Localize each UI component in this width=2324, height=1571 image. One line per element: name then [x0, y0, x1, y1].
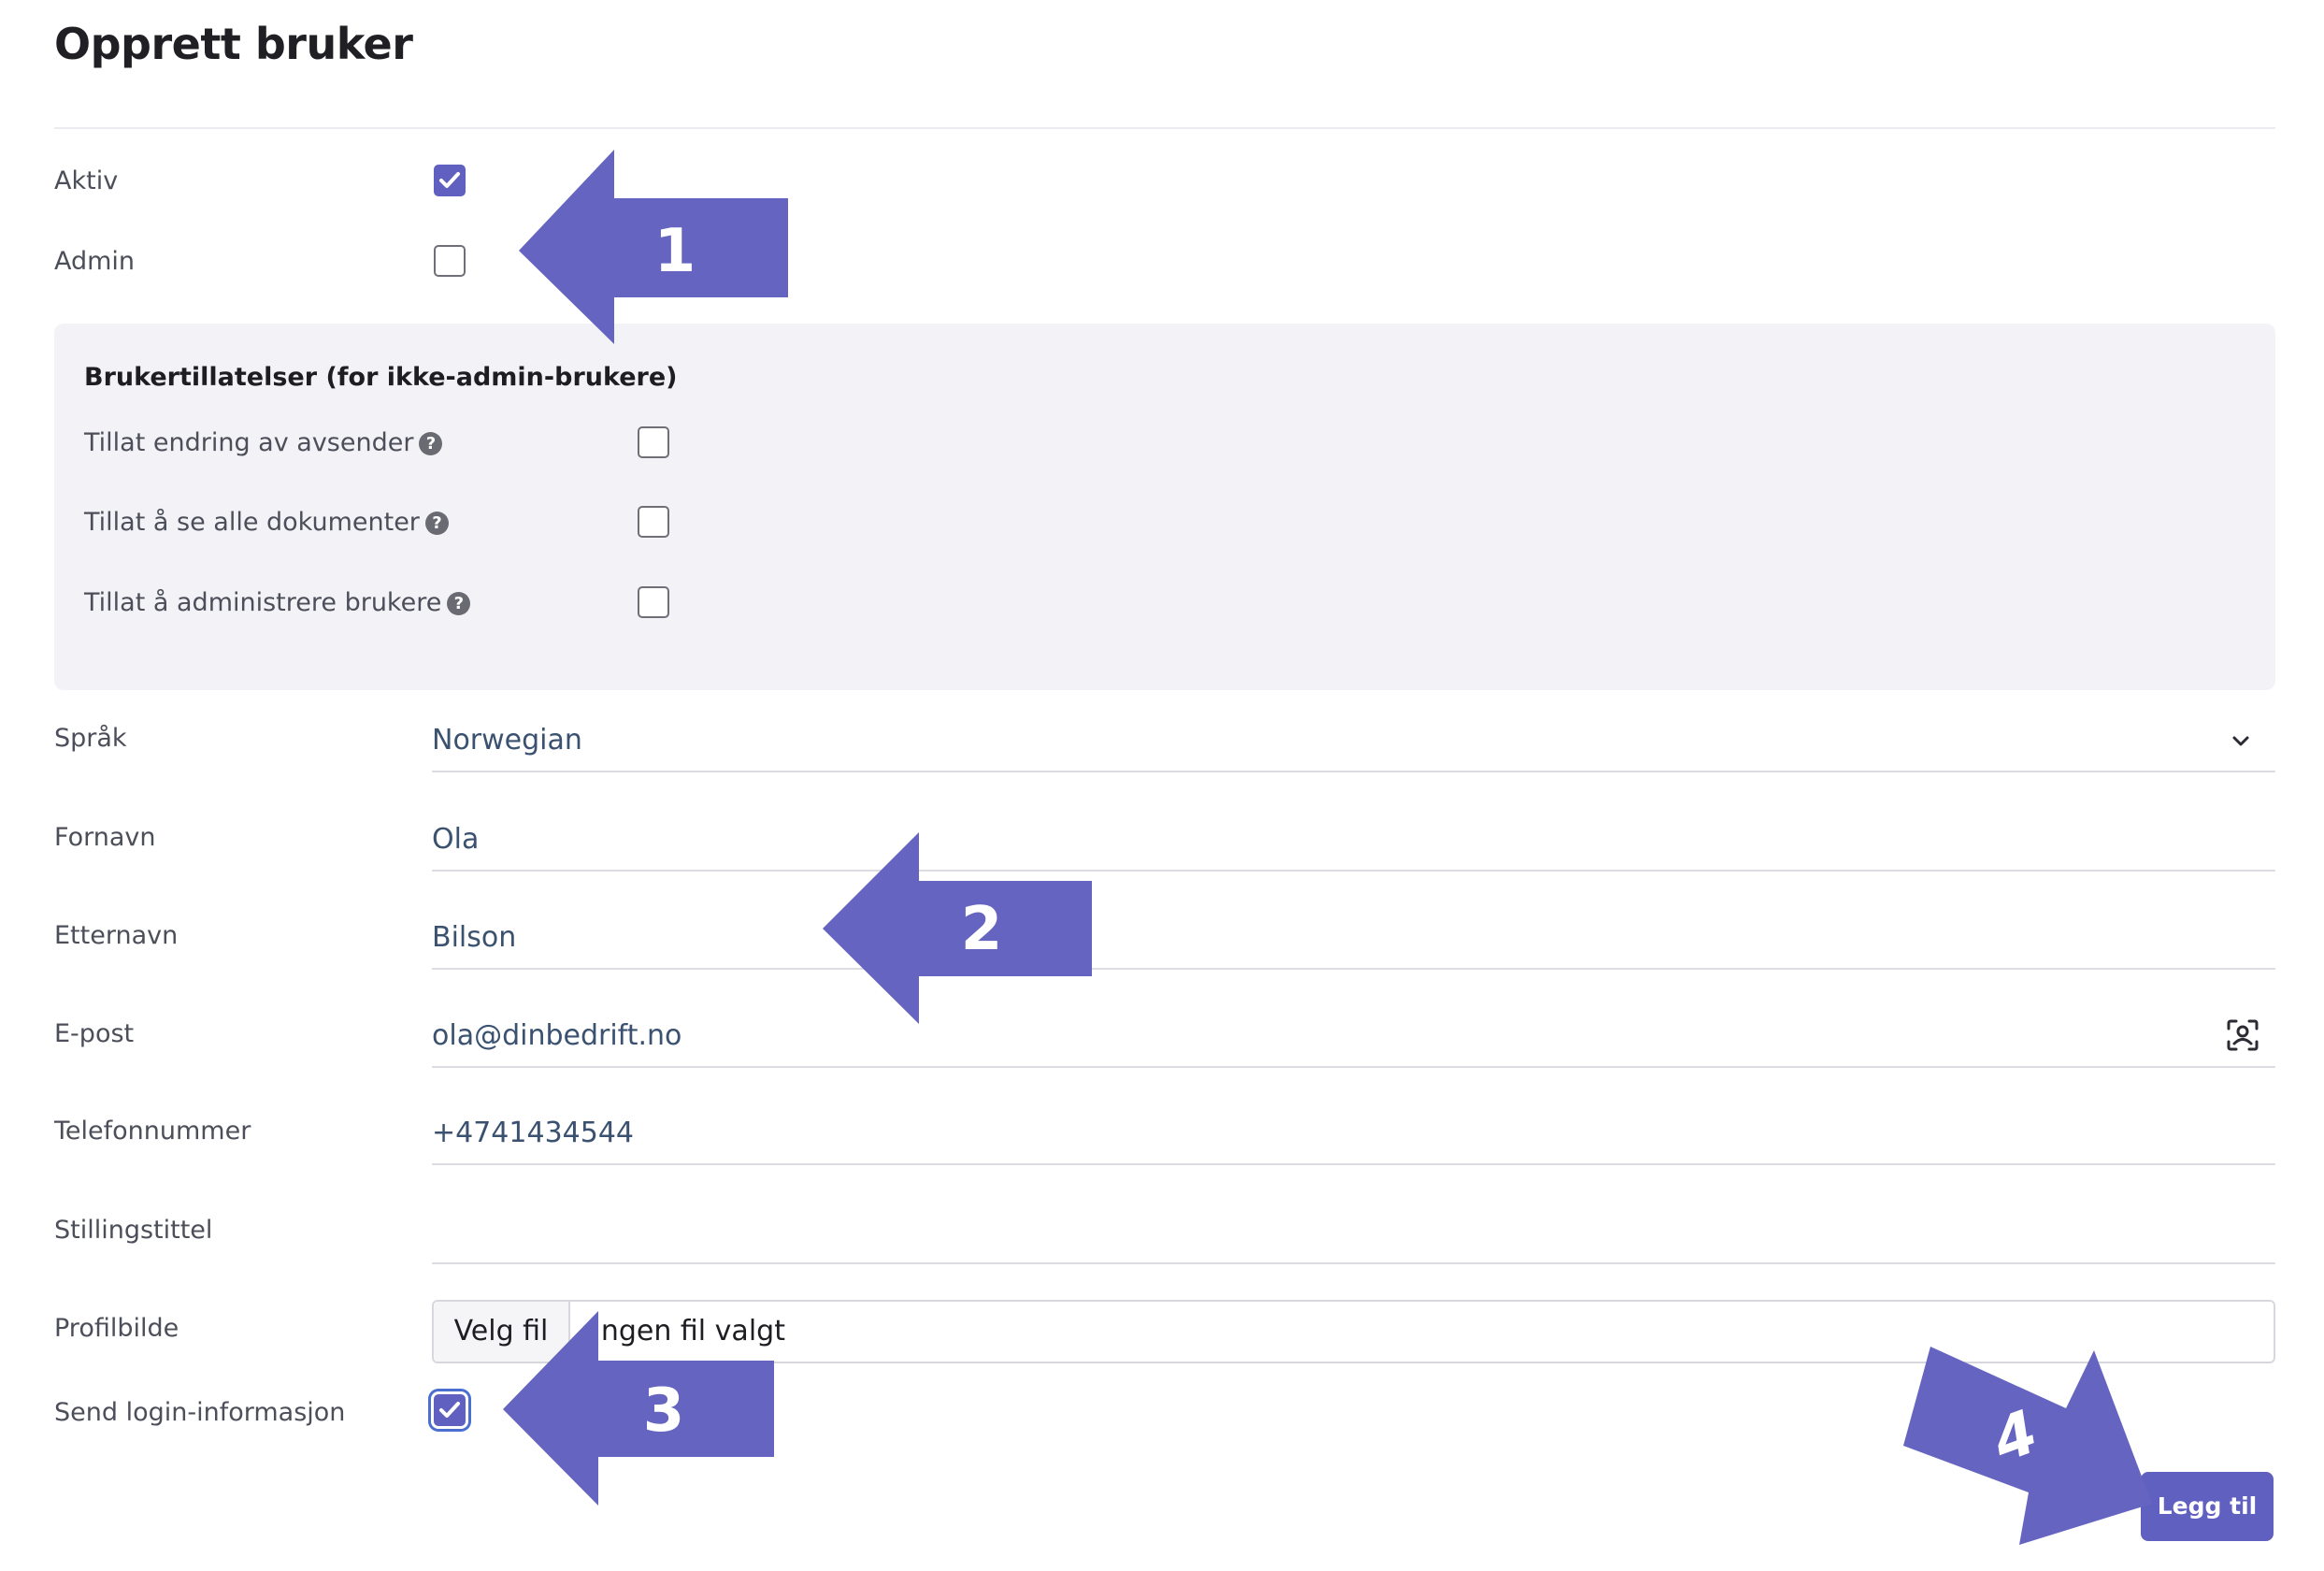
callout-arrow-4: 4: [1903, 1347, 2152, 1545]
callout-number-2: 2: [961, 895, 1003, 964]
annotation-overlay: 1 2 3 4: [503, 150, 2152, 1545]
callout-arrow-3: 3: [503, 1311, 774, 1506]
callout-arrow-2: 2: [823, 832, 1092, 1024]
callout-number-1: 1: [654, 217, 696, 286]
callout-arrow-1: 1: [519, 150, 788, 344]
callout-number-3: 3: [643, 1376, 685, 1446]
